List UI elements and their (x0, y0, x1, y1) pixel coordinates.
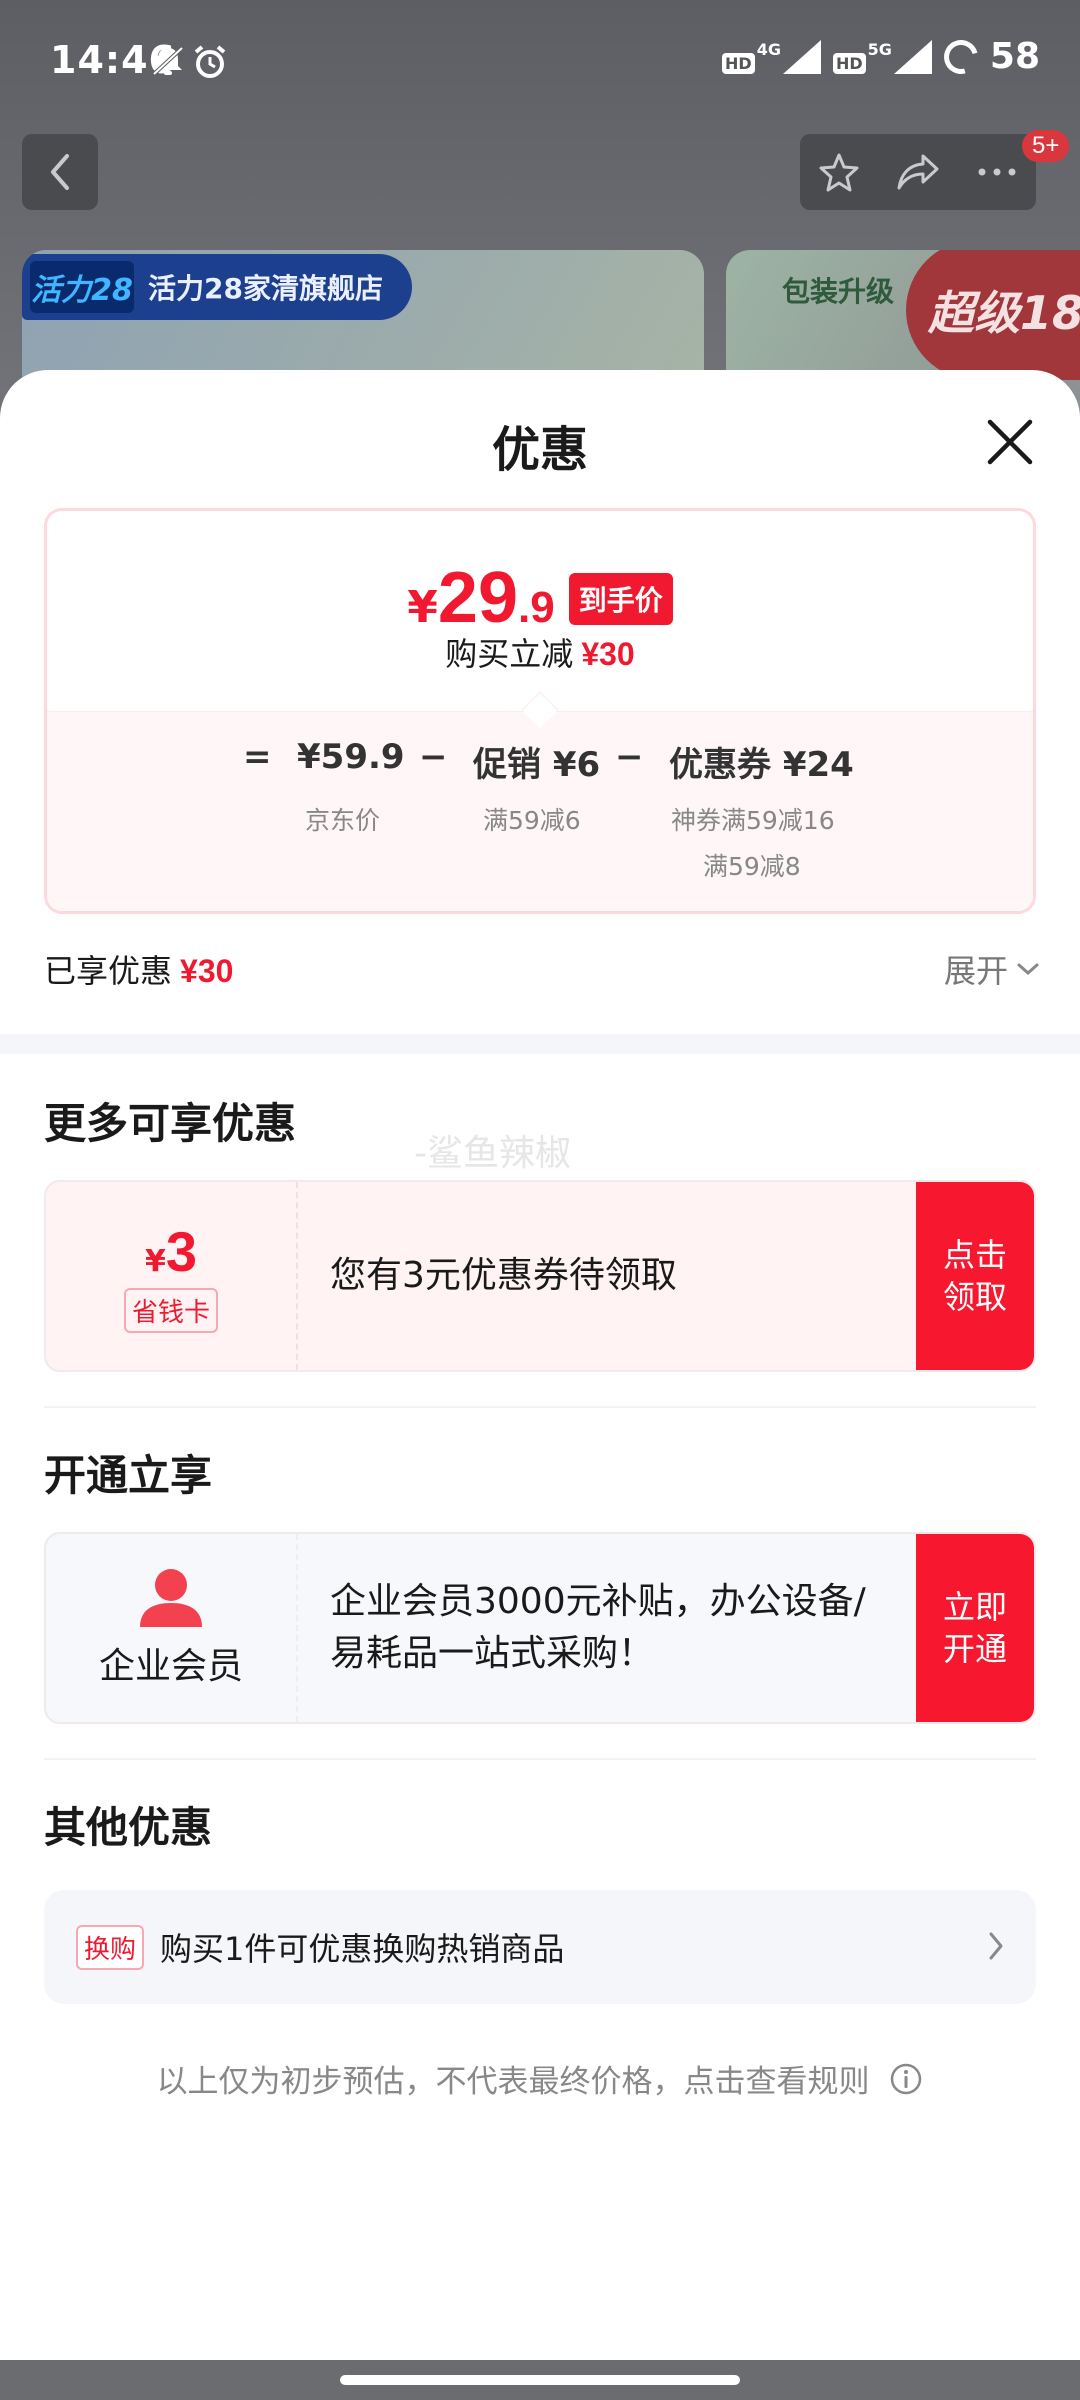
claim-coupon-button[interactable]: 点击领取 (916, 1182, 1034, 1370)
rules-footnote[interactable]: 以上仅为初步预估，不代表最终价格，点击查看规则 (0, 2056, 1080, 2101)
coupon-detail-2: 满59减8 (703, 852, 801, 881)
battery-icon (937, 33, 985, 80)
super-promo-badge: 超级18 (906, 250, 1080, 380)
final-price: ¥ 29 .9 到手价 (47, 557, 1033, 639)
share-button[interactable] (888, 142, 948, 202)
other-offers-title: 其他优惠 (44, 1803, 213, 1852)
promo-detail: 满59减6 (483, 806, 581, 835)
home-indicator[interactable] (340, 2375, 740, 2385)
signal-icon-1: HD 4G (722, 39, 821, 74)
package-upgrade-text: 包装升级 (782, 275, 895, 308)
chevron-down-icon (1017, 963, 1039, 976)
store-name: 活力28家清旗舰店 (148, 272, 383, 305)
mute-icon (152, 46, 184, 76)
alarm-icon (194, 45, 226, 78)
more-offers-title: 更多可享优惠 (44, 1099, 297, 1148)
swap-text: 购买1件可优惠换购热销商品 (160, 1930, 565, 1968)
battery-level: 58 (989, 36, 1040, 77)
minus-sign-1: − (419, 737, 448, 777)
cart-badge: 5+ (1022, 130, 1070, 162)
chevron-left-icon (51, 154, 69, 190)
divider-line (44, 1758, 1036, 1760)
status-right-group: HD 4G HD 5G 58 (722, 33, 1040, 80)
back-button[interactable] (22, 134, 98, 210)
info-icon (891, 2063, 922, 2094)
open-membership-button[interactable]: 立即开通 (916, 1534, 1034, 1722)
price-breakdown-card: ¥ 29 .9 到手价 购买立减 ¥30 = ¥59.9 京东价 − 促销 ¥6 … (44, 508, 1036, 914)
status-bar: 14:46 HD 4G HD 5G 58 (0, 0, 1080, 126)
section-divider (0, 1034, 1080, 1054)
person-icon (140, 1569, 202, 1627)
watermark: -鲨鱼辣椒 (414, 1133, 571, 1174)
final-price-tag: 到手价 (568, 573, 673, 625)
minus-sign-2: − (615, 737, 644, 777)
savings-card-text: 您有3元优惠券待领取 (330, 1255, 677, 1296)
enjoyed-discount: 已享优惠 ¥30 (44, 952, 234, 990)
jd-price: ¥59.9 (297, 737, 405, 777)
favorite-button[interactable] (809, 142, 869, 202)
jd-price-label: 京东价 (305, 806, 381, 835)
store-banner: 活力28 活力28家清旗舰店 (22, 254, 412, 320)
store-logo: 活力28 (30, 261, 134, 313)
coupon-value: ¥ 3 (144, 1220, 198, 1283)
buy-reduce-row: 购买立减 ¥30 (445, 635, 635, 673)
star-icon (819, 153, 859, 192)
navigation-bar (0, 2360, 1080, 2400)
open-enjoy-title: 开通立享 (44, 1451, 213, 1500)
more-button[interactable] (967, 142, 1027, 202)
close-icon[interactable] (980, 412, 1040, 472)
enterprise-member-left: 企业会员 (46, 1534, 298, 1722)
enterprise-member-offer: 企业会员 企业会员3000元补贴，办公设备/易耗品一站式采购！ 立即开通 (44, 1532, 1036, 1724)
promo-amount: 促销 ¥6 (473, 745, 601, 785)
signal-icon-2: HD 5G (832, 39, 932, 74)
discount-sheet: 优惠 ¥ 29 .9 到手价 购买立减 ¥30 = ¥59.9 京东价 − 促销 … (0, 370, 1080, 2360)
swap-offer-row[interactable]: 换购 购买1件可优惠换购热销商品 (44, 1890, 1036, 2004)
equals-sign: = (243, 737, 272, 777)
divider-line (44, 1406, 1036, 1408)
savings-card-offer: ¥ 3 省钱卡 您有3元优惠券待领取 点击领取 (44, 1180, 1036, 1372)
share-icon (897, 154, 939, 190)
savings-card-tag: 省钱卡 (123, 1288, 218, 1333)
expand-button[interactable]: 展开 (944, 946, 1040, 992)
enterprise-member-text: 企业会员3000元补贴，办公设备/易耗品一站式采购！ (330, 1581, 866, 1674)
sheet-title: 优惠 (491, 422, 588, 478)
chevron-right-icon (989, 1932, 1003, 1960)
coupon-detail-1: 神券满59减16 (671, 806, 835, 835)
savings-card-left: ¥ 3 省钱卡 (46, 1182, 298, 1370)
enterprise-member-label: 企业会员 (98, 1646, 243, 1687)
top-nav-actions (800, 134, 1036, 210)
more-dots-icon (978, 168, 1016, 176)
coupon-amount: 优惠券 ¥24 (669, 745, 854, 785)
swap-tag: 换购 (76, 1924, 145, 1970)
